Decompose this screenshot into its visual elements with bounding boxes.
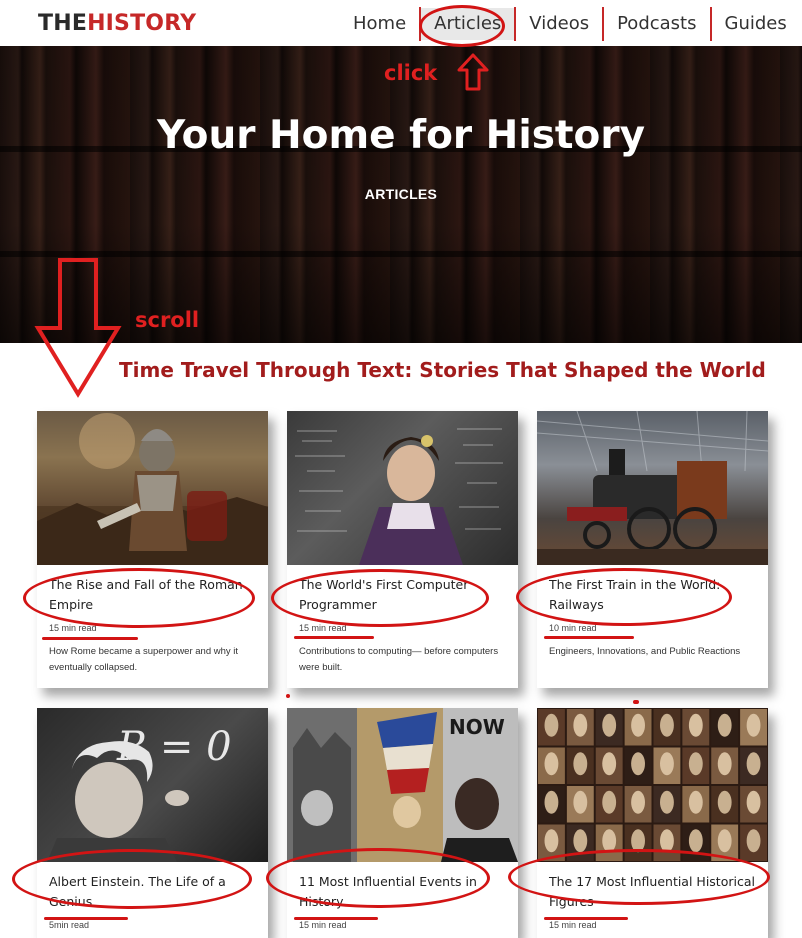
site-logo[interactable]: THEHISTORY [38,11,196,36]
portrait-tile [682,747,710,784]
portrait-tile [566,786,594,823]
portrait-tile [711,747,739,784]
article-read-time: 15 min read [549,920,597,930]
annotation-underline [294,636,374,639]
roman-soldier-image [37,413,268,565]
portrait-tile [711,824,739,861]
hero-subtitle: ARTICLES [364,186,438,202]
historical-figures-grid-image [538,709,767,861]
portrait-tile [624,709,652,746]
article-read-time: 15 min read [49,623,97,633]
portrait-tile [682,709,710,746]
article-read-time: 5min read [49,920,90,930]
annotation-dot [286,694,290,698]
article-card[interactable]: The Rise and Fall of the Roman Empire 15… [37,411,268,688]
portrait-tile [740,786,767,823]
article-card[interactable]: The 17 Most Influential Historical Figur… [537,708,768,938]
nav-articles[interactable]: Articles [421,8,515,40]
article-thumbnail-einstein[interactable]: R = 0 [37,708,268,862]
portrait-tile [538,824,565,861]
article-read-time: 10 min read [549,623,597,633]
portrait-tile [711,709,739,746]
nav-guides[interactable]: Guides [712,8,800,40]
annotation-dot [633,700,639,704]
article-thumbnail-events[interactable]: NOW [287,708,518,862]
section-title: Time Travel Through Text: Stories That S… [119,358,766,382]
portrait-tile [538,786,565,823]
article-title[interactable]: The First Train in the World: Railways [549,575,759,615]
annotation-click-label: click [384,61,438,85]
article-read-time: 15 min read [299,623,347,633]
annotation-scroll-label: scroll [135,308,200,332]
article-title[interactable]: 11 Most Influential Events in History [299,872,509,912]
nav-podcasts[interactable]: Podcasts [604,8,709,40]
programmer-portrait-image [295,428,503,565]
article-card[interactable]: R = 0 Albert Einstein. The Life of a Gen… [37,708,268,938]
portrait-tile [538,709,565,746]
annotation-underline [44,917,128,920]
article-title[interactable]: The World's First Computer Programmer [299,575,509,615]
portrait-tile [653,747,681,784]
annotation-underline [42,637,138,640]
logo-part-the: THE [38,11,88,36]
portrait-tile [595,747,623,784]
nav-home[interactable]: Home [340,8,419,40]
article-card[interactable]: The First Train in the World: Railways 1… [537,411,768,688]
annotation-underline [544,636,634,639]
article-thumbnail-roman[interactable] [37,411,268,565]
portrait-tile [682,786,710,823]
poster-text: NOW [449,715,505,739]
nav-videos[interactable]: Videos [516,8,602,40]
portrait-tile [624,824,652,861]
portrait-tile [538,747,565,784]
article-thumbnail-ada[interactable] [287,411,518,565]
logo-part-history: HISTORY [87,11,197,36]
arrow-down-icon [34,258,122,398]
article-card[interactable]: NOW 11 Most Influential Events in Histor… [287,708,518,938]
portrait-tile [682,824,710,861]
portrait-tile [566,747,594,784]
portrait-tile [653,824,681,861]
portrait-tile [595,786,623,823]
bookshelf-line [0,251,802,257]
main-nav: Home Articles Videos Podcasts Guides [340,7,800,41]
portrait-tile [566,709,594,746]
article-thumbnail-train[interactable] [537,411,768,565]
portrait-tile [740,747,767,784]
einstein-chalkboard-image: R = 0 [47,724,232,862]
portrait-tile [595,824,623,861]
portrait-tile [740,709,767,746]
article-description: How Rome became a superpower and why it … [49,646,239,673]
portrait-tile [624,786,652,823]
article-title[interactable]: The 17 Most Influential Historical Figur… [549,872,759,912]
article-title[interactable]: Albert Einstein. The Life of a Genius [49,872,259,912]
annotation-underline [544,917,628,920]
portrait-tile [740,824,767,861]
portrait-tile [653,709,681,746]
article-card[interactable]: The World's First Computer Programmer 15… [287,411,518,688]
portrait-tile [595,709,623,746]
article-title[interactable]: The Rise and Fall of the Roman Empire [49,575,259,615]
historical-events-collage-image: NOW [287,708,518,862]
steam-train-image [537,411,768,565]
portrait-tile [624,747,652,784]
article-read-time: 15 min read [299,920,347,930]
portrait-tile [653,786,681,823]
annotation-underline [294,917,378,920]
portrait-tile [566,824,594,861]
portrait-tile [711,786,739,823]
arrow-up-icon [457,53,489,91]
article-description: Contributions to computing— before compu… [299,646,499,673]
hero-title: Your Home for History [156,113,645,158]
article-thumbnail-figures[interactable] [537,708,768,862]
top-navbar: THEHISTORY Home Articles Videos Podcasts… [0,0,802,47]
article-description: Engineers, Innovations, and Public React… [549,646,741,657]
